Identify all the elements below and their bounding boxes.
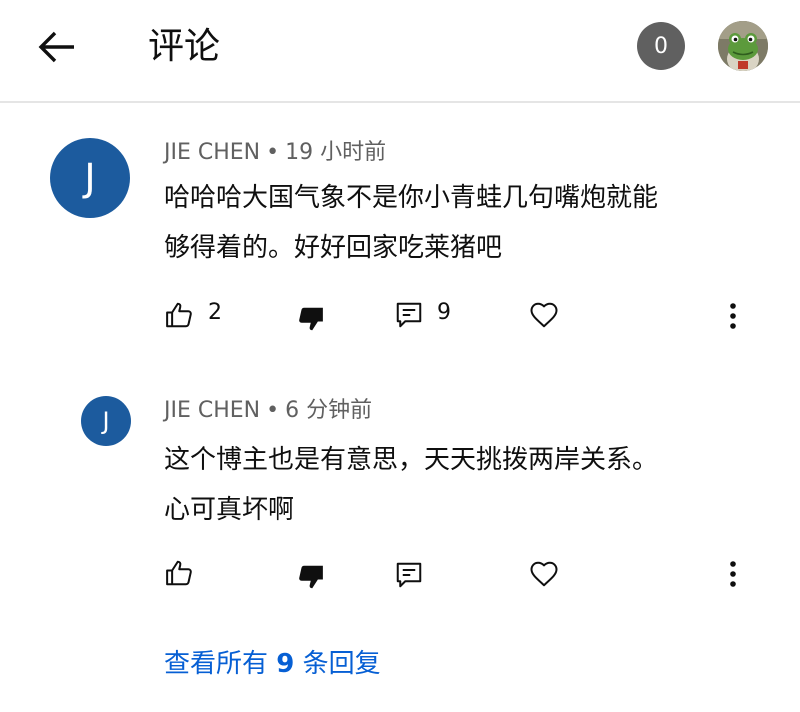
thumb-down-icon bbox=[299, 565, 323, 589]
heart-icon bbox=[530, 561, 558, 587]
comment-text: 这个博主也是有意思，天天挑拨两岸关系。 心可真坏啊 bbox=[164, 435, 764, 535]
view-all-replies-link[interactable]: 查看所有 9 条回复 bbox=[164, 646, 381, 682]
comment-time: 6 分钟前 bbox=[285, 398, 373, 423]
commenter-avatar[interactable]: J bbox=[81, 396, 131, 446]
more-vertical-icon bbox=[730, 561, 736, 587]
reply-icon bbox=[396, 562, 422, 588]
view-replies-prefix: 查看所有 bbox=[164, 649, 269, 679]
heart-button[interactable] bbox=[527, 557, 561, 591]
comment-text-line: 这个博主也是有意思，天天挑拨两岸关系。 bbox=[164, 445, 659, 475]
like-button[interactable] bbox=[162, 556, 196, 590]
comment-author[interactable]: JIE CHEN bbox=[164, 398, 260, 423]
avatar-letter: J bbox=[102, 407, 110, 435]
thumb-up-icon bbox=[166, 560, 192, 586]
comment-text-line: 心可真坏啊 bbox=[164, 495, 295, 525]
dislike-button[interactable] bbox=[294, 560, 328, 594]
reply-button[interactable] bbox=[392, 558, 426, 592]
reply-item: J JIE CHEN • 6 分钟前 这个博主也是有意思，天天挑拨两岸关系。 心可真… bbox=[0, 0, 800, 640]
comment-meta: JIE CHEN • 6 分钟前 bbox=[164, 397, 372, 425]
more-options-button[interactable] bbox=[718, 556, 748, 592]
meta-separator: • bbox=[266, 398, 280, 423]
view-replies-suffix: 条回复 bbox=[302, 649, 381, 679]
view-replies-count: 9 bbox=[276, 649, 295, 679]
